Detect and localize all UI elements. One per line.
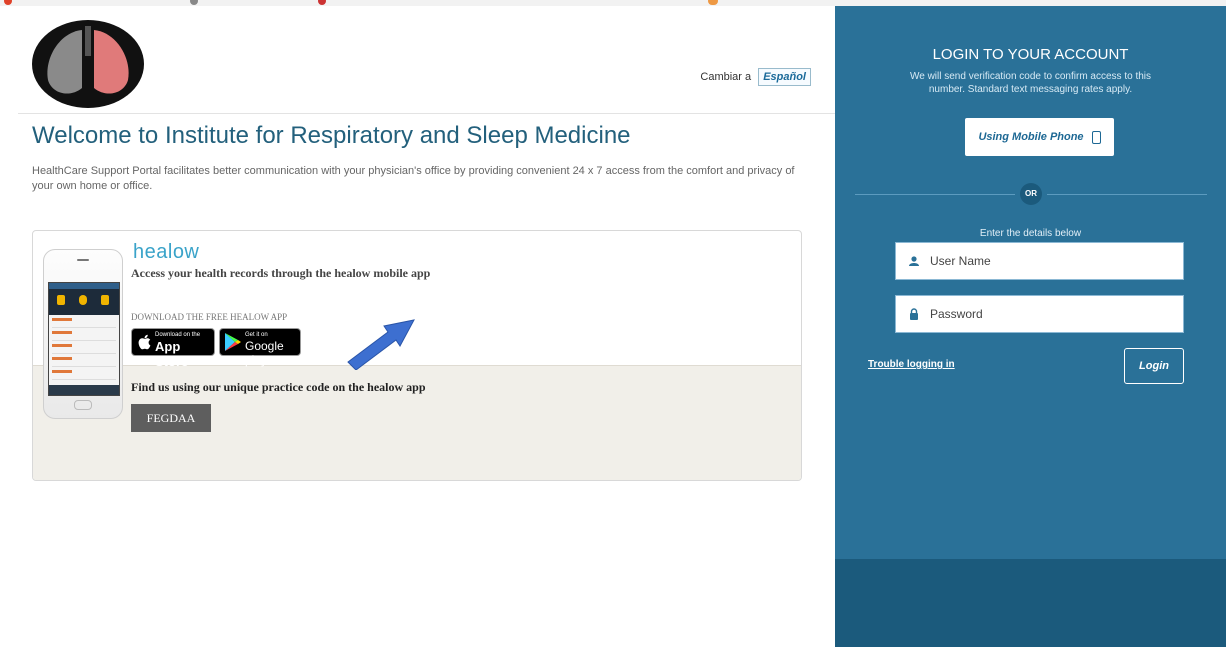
lock-icon (910, 308, 918, 320)
enter-details-label: Enter the details below (979, 228, 1082, 239)
language-switch: Cambiar a Español (700, 68, 811, 86)
healow-tagline: Access your health records through the h… (131, 266, 431, 280)
espanol-button[interactable]: Español (758, 68, 811, 86)
trouble-logging-in-link[interactable]: Trouble logging in (868, 359, 955, 370)
app-store-small-text: Download on the (155, 332, 201, 338)
login-title: LOGIN TO YOUR ACCOUNT (932, 46, 1129, 63)
user-icon (909, 256, 919, 266)
language-label: Cambiar a (700, 71, 752, 83)
apple-icon (138, 334, 151, 350)
google-play-small-text: Get it on (245, 332, 268, 338)
mobile-button-label: Using Mobile Phone (978, 131, 1084, 143)
login-panel: LOGIN TO YOUR ACCOUNT We will send verif… (835, 6, 1226, 647)
or-badge: OR (1020, 183, 1042, 205)
password-field[interactable]: Password (895, 295, 1184, 333)
or-divider-right (1047, 194, 1207, 195)
practice-code-text: Find us using our unique practice code o… (131, 380, 426, 394)
username-field[interactable]: User Name (895, 242, 1184, 280)
mobile-phone-icon (1091, 130, 1101, 144)
google-play-badge[interactable]: Get it on Google play (219, 328, 301, 367)
login-subtitle: We will send verification code to confir… (909, 71, 1152, 95)
arrow-annotation (347, 319, 415, 370)
password-placeholder: Password (930, 307, 983, 321)
main-content: Cambiar a Español Welcome to Institute f… (0, 6, 835, 647)
lungs-logo (32, 20, 144, 108)
app-store-badge[interactable]: Download on the App Store (131, 328, 215, 369)
google-play-icon (225, 333, 241, 351)
login-button[interactable]: Login (1124, 348, 1184, 384)
phone-illustration (43, 249, 123, 419)
or-divider-left (855, 194, 1015, 195)
username-placeholder: User Name (930, 254, 991, 268)
practice-code-button[interactable]: FEGDAA (131, 404, 211, 432)
header-divider (18, 113, 835, 114)
using-mobile-phone-button[interactable]: Using Mobile Phone (965, 118, 1114, 156)
app-store-text: App Store (155, 339, 189, 369)
google-play-text: Google play (245, 339, 284, 367)
login-panel-footer (835, 559, 1226, 647)
healow-logo: healow (133, 241, 200, 263)
download-label: DOWNLOAD THE FREE HEALOW APP (131, 312, 288, 322)
page-title: Welcome to Institute for Respiratory and… (32, 122, 631, 149)
page-description: HealthCare Support Portal facilitates be… (32, 165, 795, 192)
